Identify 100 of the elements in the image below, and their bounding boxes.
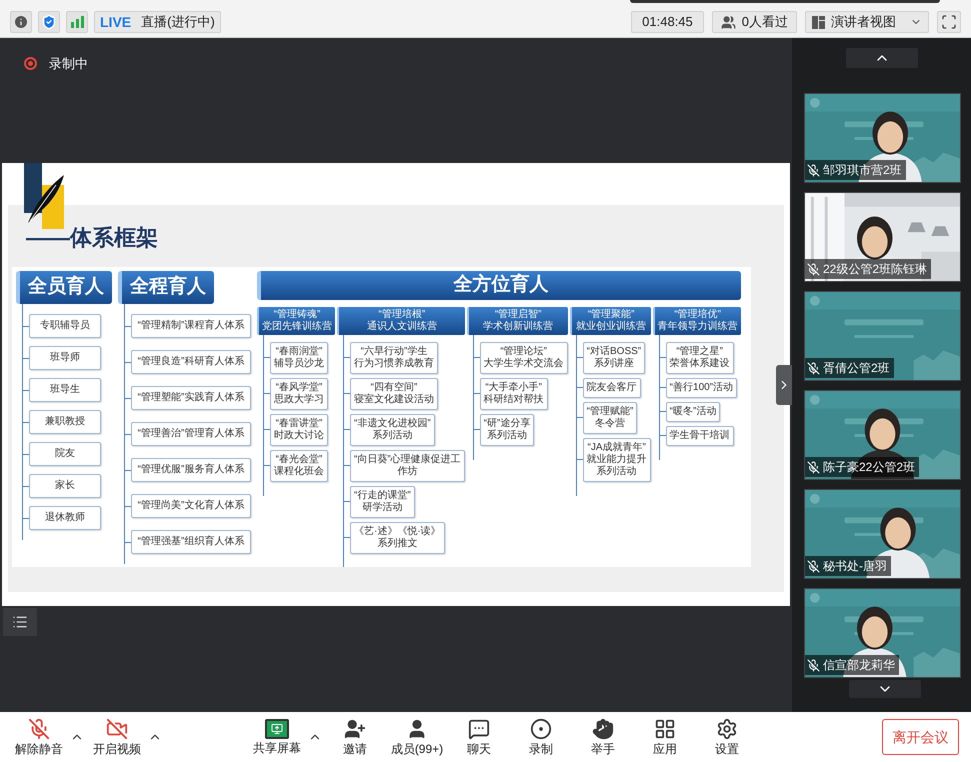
security-icon[interactable] xyxy=(38,11,60,33)
node-text: 寝室文化建设活动 xyxy=(354,394,434,406)
settings-button[interactable]: 设置 xyxy=(696,714,758,760)
diagram-node: “管理塑能”实践育人体系 xyxy=(131,386,251,410)
node-text: 系列活动 xyxy=(372,430,412,442)
node-text: 大学生学术交流会 xyxy=(484,358,564,370)
node-text: “对话BOSS” xyxy=(586,346,642,358)
fullscreen-icon[interactable] xyxy=(937,11,961,33)
participant-name: 胥倩公管2班 xyxy=(823,360,890,377)
group-subtitle: 就业创业训练营 xyxy=(576,320,646,332)
view-mode-dropdown[interactable]: 演讲者视图 xyxy=(805,11,929,33)
node-text: “管理之星” xyxy=(676,346,723,358)
node-text: 学生骨干培训 xyxy=(670,430,730,442)
list-icon xyxy=(12,614,28,630)
settings-icon xyxy=(716,718,738,740)
node-text: “行走的课堂” xyxy=(354,490,411,502)
node-text: 系列讲座 xyxy=(594,358,634,370)
group-title: “管理培优” xyxy=(674,308,721,320)
node-text: 冬令营 xyxy=(595,418,625,430)
node-text: 作坊 xyxy=(397,466,418,478)
participant-tile[interactable]: 秘书处-唐羽 xyxy=(804,489,961,579)
layout-icon xyxy=(812,16,825,28)
participant-tile[interactable]: 信宣部龙莉华 xyxy=(804,588,961,678)
category-header: 全程育人 xyxy=(118,271,214,304)
apps-grid-button[interactable]: 应用 xyxy=(634,714,696,760)
node-text: “JA成就青年” xyxy=(588,442,646,454)
node-text: “春风学堂” xyxy=(276,382,322,394)
node-text: “暖冬”活动 xyxy=(670,406,716,418)
hand-icon xyxy=(592,718,614,740)
diagram-node: 家长 xyxy=(29,474,101,498)
add-person-icon xyxy=(344,718,366,740)
participant-tile[interactable]: 22级公管2班陈钰琳 xyxy=(804,192,961,282)
diagram-node: 退休教师 xyxy=(29,506,101,530)
person-button[interactable]: 成员(99+) xyxy=(386,714,448,760)
node-text: “管理赋能” xyxy=(586,406,634,418)
live-status[interactable]: LIVE 直播(进行中) xyxy=(94,11,221,33)
meeting-timer: 01:48:45 xyxy=(631,11,704,33)
apps-grid-icon xyxy=(654,718,676,740)
live-label: LIVE xyxy=(100,12,132,32)
node-text: 系列推文 xyxy=(377,538,418,550)
participant-name: 秘书处-唐羽 xyxy=(823,558,887,575)
group-title: “管理聚能” xyxy=(588,308,634,320)
expand-panel-handle[interactable] xyxy=(776,365,792,405)
node-text: “善行100”活动 xyxy=(670,382,734,394)
group-title: “管理铸魂” xyxy=(274,308,320,320)
hand-button[interactable]: 举手 xyxy=(572,714,634,760)
diagram-node: 院友 xyxy=(29,442,101,466)
node-text: “研”途分享 xyxy=(484,418,530,430)
diagram-node: “管理良造”科研育人体系 xyxy=(131,350,251,374)
node-text: 科研结对帮扶 xyxy=(484,394,544,406)
viewers-count: 0人看过 xyxy=(742,13,788,32)
record-button[interactable]: 录制 xyxy=(510,714,572,760)
diagram-node: “管理优服”服务育人体系 xyxy=(131,458,251,482)
add-person-button[interactable]: 邀请 xyxy=(324,714,386,760)
diagram-node: “管理善治”管理育人体系 xyxy=(131,422,251,446)
group-title: “管理培根” xyxy=(378,308,426,320)
node-text: “向日葵”心理健康促进工 xyxy=(354,454,461,466)
viewers-button[interactable]: 0人看过 xyxy=(712,11,797,33)
node-text: 辅导员沙龙 xyxy=(274,358,324,370)
node-text: “大手牵小手” xyxy=(485,382,542,394)
node-text: “四有空间” xyxy=(370,382,418,394)
node-text: “六早行动”学生 xyxy=(360,346,428,358)
node-text: 思政大学习 xyxy=(274,394,324,406)
list-button[interactable] xyxy=(3,608,37,636)
participant-name: 邹羽琪市营2班 xyxy=(823,162,902,179)
participant-tile[interactable]: 陈子豪22公管2班 xyxy=(804,390,961,480)
participant-name: 陈子豪22公管2班 xyxy=(823,459,916,476)
recording-label: 录制中 xyxy=(49,55,88,73)
live-status-text: 直播(进行中) xyxy=(141,13,215,32)
share-screen-button[interactable]: 共享屏幕 xyxy=(246,714,308,760)
node-text: “非遗文化进校园” xyxy=(354,418,431,430)
node-text: 时政大讨论 xyxy=(274,430,324,442)
leave-meeting-button[interactable]: 离开会议 xyxy=(882,719,959,755)
node-text: 课程化班会 xyxy=(274,466,324,478)
record-icon xyxy=(530,718,552,740)
group-subtitle: 通识人文训练营 xyxy=(366,320,437,332)
microphone-button[interactable]: 解除静音 xyxy=(8,714,70,760)
node-text: 研学活动 xyxy=(362,502,402,514)
slide-title: ——体系框架 xyxy=(25,224,159,251)
info-icon[interactable] xyxy=(10,11,32,33)
group-subtitle: 学术创新训练营 xyxy=(483,320,554,332)
camera-button[interactable]: 开启视频 xyxy=(86,714,148,760)
group-title: “管理启智” xyxy=(494,308,542,320)
diagram-node: “管理强基”组织育人体系 xyxy=(131,530,251,554)
participant-tile[interactable]: 邹羽琪市营2班 xyxy=(804,93,961,183)
node-text: 行为习惯养成教育 xyxy=(354,358,434,370)
diagram-node: “管理精制”课程育人体系 xyxy=(131,314,251,338)
share-screen-icon xyxy=(265,719,289,739)
node-text: “春雷讲堂” xyxy=(276,418,322,430)
diagram-node: 班导师 xyxy=(29,346,101,370)
chat-bubble-button[interactable]: 聊天 xyxy=(448,714,510,760)
node-text: “春光会堂” xyxy=(276,454,322,466)
participant-tile[interactable]: 胥倩公管2班 xyxy=(804,291,961,381)
people-icon xyxy=(720,14,736,30)
participant-name: 22级公管2班陈钰琳 xyxy=(823,261,928,278)
node-text: 荣誉体系建设 xyxy=(670,358,730,370)
node-text: “春雨润堂” xyxy=(276,346,322,358)
node-text: 院友会客厅 xyxy=(586,382,637,394)
diagram-node: 兼职教授 xyxy=(29,410,101,434)
diagram-node: “管理尚美”文化育人体系 xyxy=(131,494,251,518)
